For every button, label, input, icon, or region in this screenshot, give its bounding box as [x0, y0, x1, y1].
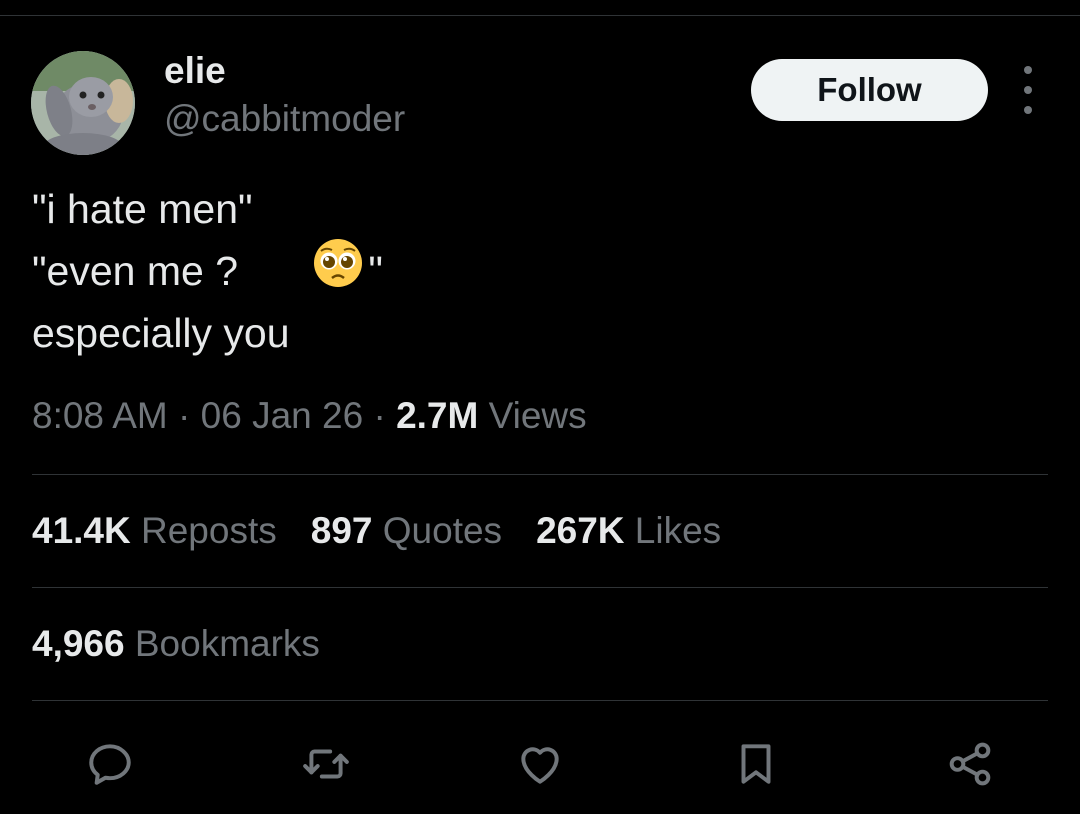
- rabbit-avatar-image: [31, 51, 135, 155]
- bookmark-button[interactable]: [728, 736, 784, 792]
- share-icon: [949, 742, 991, 786]
- likes-label: Likes: [624, 510, 722, 551]
- reposts-label: Reposts: [130, 510, 277, 551]
- tweet-line-2-text: "even me ?: [32, 248, 239, 294]
- quotes-stat[interactable]: 897 Quotes: [311, 510, 502, 552]
- divider: [32, 474, 1048, 475]
- avatar[interactable]: [31, 51, 135, 155]
- views-count: 2.7M: [396, 395, 479, 436]
- share-button[interactable]: [942, 736, 998, 792]
- quotes-count: 897: [310, 510, 373, 551]
- author-name[interactable]: elie: [164, 50, 226, 92]
- bookmarks-stat[interactable]: 4,966 Bookmarks: [32, 623, 320, 665]
- engagement-stats: 41.4K Reposts 897 Quotes 267K Likes: [32, 510, 755, 552]
- top-divider: [0, 15, 1080, 16]
- tweet-text: "i hate men" "even me ? " especially you: [32, 178, 383, 364]
- meta-separator: ·: [167, 395, 201, 436]
- repost-icon: [303, 749, 349, 779]
- more-options-icon[interactable]: [1016, 66, 1040, 114]
- tweet-time[interactable]: 8:08 AM: [32, 395, 168, 436]
- tweet-line-2: "even me ? ": [32, 238, 383, 302]
- divider: [32, 700, 1048, 701]
- bookmarks-count: 4,966: [32, 623, 125, 664]
- divider: [32, 587, 1048, 588]
- quotes-label: Quotes: [372, 510, 503, 551]
- author-handle[interactable]: @cabbitmoder: [164, 98, 405, 140]
- tweet-date[interactable]: 06 Jan 26: [201, 395, 364, 436]
- likes-count: 267K: [536, 510, 625, 551]
- like-button[interactable]: [512, 736, 568, 792]
- reposts-count: 41.4K: [32, 510, 131, 551]
- bookmarks-label: Bookmarks: [124, 623, 320, 664]
- like-icon: [521, 747, 559, 784]
- reply-button[interactable]: [82, 736, 138, 792]
- reposts-stat[interactable]: 41.4K Reposts: [32, 510, 277, 552]
- likes-stat[interactable]: 267K Likes: [536, 510, 721, 552]
- meta-separator: ·: [363, 395, 397, 436]
- views-label: Views: [478, 395, 587, 436]
- tweet-line-2-close-quote: ": [368, 248, 383, 294]
- follow-button[interactable]: Follow: [751, 59, 988, 121]
- tweet-meta: 8:08 AM · 06 Jan 26 · 2.7M Views: [32, 395, 587, 437]
- repost-button[interactable]: [298, 736, 354, 792]
- reply-icon: [89, 744, 131, 785]
- bookmark-icon: [741, 744, 771, 784]
